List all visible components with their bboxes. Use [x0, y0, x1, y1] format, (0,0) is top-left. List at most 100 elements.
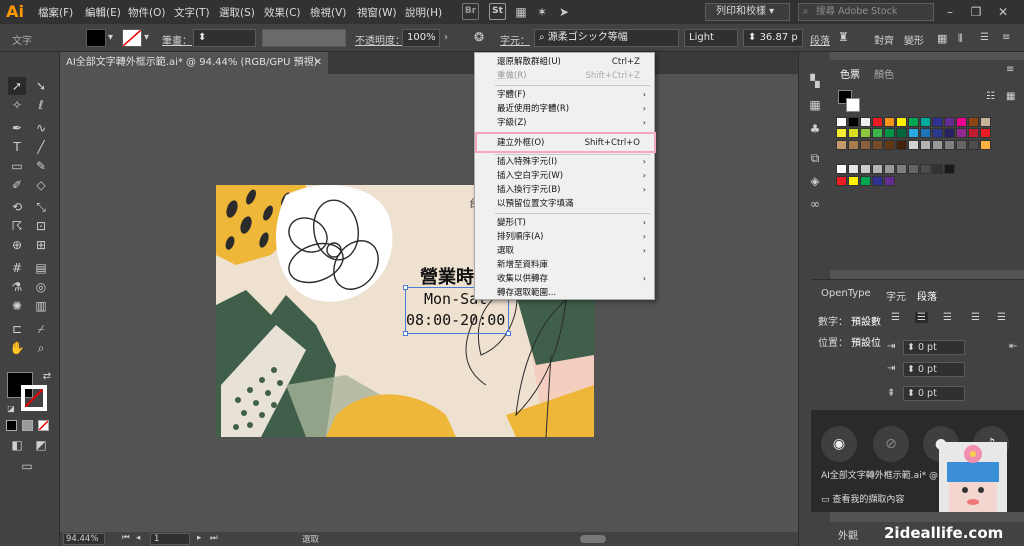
warp-tool-icon[interactable]: ☈ — [8, 217, 26, 235]
color-swatch[interactable] — [848, 117, 859, 127]
color-swatch[interactable] — [944, 164, 955, 174]
stroke-color-box[interactable] — [21, 385, 47, 411]
tab-paragraph[interactable]: 段落 — [917, 288, 937, 303]
color-swatch[interactable] — [896, 140, 907, 150]
fill-dropdown-icon[interactable]: ▾ — [108, 32, 113, 43]
align-left-icon[interactable]: ☰ — [891, 312, 900, 323]
paintbrush-icon[interactable]: ✎ — [32, 157, 50, 175]
symbols-icon[interactable]: ⧉ — [806, 149, 824, 167]
paragraph-label[interactable]: 段落 — [810, 32, 830, 47]
isolate-icon[interactable]: ▦ — [937, 32, 947, 45]
bridge-button[interactable]: Br — [462, 3, 479, 20]
restore-icon[interactable]: ❐ — [968, 4, 984, 20]
view-captures-link[interactable]: ▭ 查看我的擷取內容 — [821, 492, 904, 505]
record-disabled-icon[interactable]: ⊘ — [873, 426, 909, 462]
color-swatch[interactable] — [908, 164, 919, 174]
color-swatch[interactable] — [932, 128, 943, 138]
color-swatch[interactable] — [932, 117, 943, 127]
draw-inside-icon[interactable]: ◩ — [32, 436, 50, 454]
position-value[interactable]: 預設位 — [851, 334, 881, 349]
arrange-icon[interactable]: ▦ — [513, 4, 529, 20]
color-swatch[interactable] — [884, 164, 895, 174]
tab-swatches[interactable]: 色票 — [840, 66, 860, 81]
first-line-indent-input[interactable]: ⬍ 0 pt — [903, 362, 965, 377]
color-swatch[interactable] — [968, 140, 979, 150]
menu-font[interactable]: 字體(F) › — [475, 88, 654, 102]
artboard-tool-icon[interactable]: ⊏ — [8, 320, 26, 338]
left-indent-input[interactable]: ⬍ 0 pt — [903, 340, 965, 355]
color-swatch[interactable] — [956, 117, 967, 127]
eraser-icon[interactable]: ◇ — [32, 176, 50, 194]
menu-select[interactable]: 選取(S) — [219, 5, 255, 20]
magic-wand-icon[interactable]: ✧ — [8, 96, 26, 114]
color-swatch[interactable] — [860, 117, 871, 127]
panel-menu-icon[interactable]: ≡ — [1006, 64, 1014, 75]
menu-file[interactable]: 檔案(F) — [38, 5, 73, 20]
selection-handle-bottom-right[interactable] — [506, 331, 511, 336]
color-swatch[interactable] — [884, 128, 895, 138]
minimize-icon[interactable]: – — [942, 4, 958, 20]
color-swatch[interactable] — [884, 117, 895, 127]
prev-artboard-icon[interactable]: ◂ — [136, 533, 140, 543]
gradient-tool-icon[interactable]: ▤ — [32, 259, 50, 277]
next-artboard-icon[interactable]: ▸ — [197, 533, 201, 543]
menu-help[interactable]: 說明(H) — [405, 5, 442, 20]
screenshot-camera-icon[interactable]: ◉ — [821, 426, 857, 462]
stroke-weight-input[interactable]: ⬍ — [193, 29, 256, 47]
layers-icon[interactable]: ◈ — [806, 172, 824, 190]
menu-insert-whitespace[interactable]: 插入空白字元(W) › — [475, 169, 654, 183]
last-artboard-icon[interactable]: ⏭ — [210, 533, 218, 543]
color-swatch[interactable] — [872, 164, 883, 174]
gradient-mode-button[interactable] — [22, 420, 33, 431]
rectangle-tool-icon[interactable]: ▭ — [8, 157, 26, 175]
puppet-icon[interactable]: ♜ — [838, 30, 849, 44]
align-right-icon[interactable]: ☰ — [943, 312, 952, 323]
scale-tool-icon[interactable]: ⤡ — [32, 198, 50, 216]
menu-size[interactable]: 字級(Z) › — [475, 116, 654, 130]
line-tool-icon[interactable]: ╱ — [32, 138, 50, 156]
color-swatch[interactable] — [932, 140, 943, 150]
color-guide-icon[interactable]: ▚ — [806, 72, 824, 90]
menu-window[interactable]: 視窗(W) — [357, 5, 397, 20]
tab-color[interactable]: 顏色 — [874, 66, 894, 81]
justify-all-icon[interactable]: ☰ — [997, 312, 1006, 323]
number-value[interactable]: 預設數 — [851, 313, 881, 328]
none-mode-button[interactable] — [38, 420, 49, 431]
menu-add-to-library[interactable]: 新增至資料庫 — [475, 258, 654, 272]
color-swatch[interactable] — [884, 176, 895, 186]
rotate-tool-icon[interactable]: ⟲ — [8, 198, 26, 216]
align-center-icon[interactable]: ☰ — [915, 312, 928, 323]
gpu-performance-icon[interactable]: ✶ — [534, 4, 550, 20]
color-swatch[interactable] — [836, 164, 847, 174]
distribute-icon[interactable]: ⫴ — [958, 32, 963, 46]
draw-mode-icon[interactable]: ◧ — [8, 436, 26, 454]
color-swatch[interactable] — [920, 140, 931, 150]
justify-icon[interactable]: ☰ — [971, 312, 980, 323]
font-family-input[interactable]: ⌕ 源柔ゴシック等幅 — [534, 29, 679, 47]
close-icon[interactable]: ✕ — [995, 4, 1011, 20]
menu-effect[interactable]: 效果(C) — [264, 5, 301, 20]
menu-collect-for-export[interactable]: 收集以供轉存 › — [475, 272, 654, 286]
stroke-dropdown-icon[interactable]: ▾ — [144, 32, 149, 43]
grid-view-icon[interactable]: ▦ — [1006, 91, 1015, 102]
swatches-icon[interactable]: ▦ — [806, 96, 824, 114]
font-size-input[interactable]: ⬍ 36.87 p — [743, 29, 803, 47]
links-icon[interactable]: ∞ — [806, 195, 824, 213]
color-swatch[interactable] — [932, 164, 943, 174]
menu-arrange[interactable]: 排列順序(A) › — [475, 230, 654, 244]
first-artboard-icon[interactable]: ⏮ — [122, 533, 130, 543]
workspace-switcher[interactable]: 列印和校樣 ▾ — [705, 3, 790, 21]
menu-select[interactable]: 選取 › — [475, 244, 654, 258]
transform-label[interactable]: 變形 — [904, 32, 924, 47]
color-swatch[interactable] — [848, 164, 859, 174]
lasso-icon[interactable]: ℓ — [32, 96, 50, 114]
color-swatch[interactable] — [944, 128, 955, 138]
color-swatch[interactable] — [968, 117, 979, 127]
menu-view[interactable]: 檢視(V) — [310, 5, 346, 20]
color-swatch[interactable] — [908, 128, 919, 138]
screen-mode-icon[interactable]: ▭ — [18, 457, 36, 475]
color-swatch[interactable] — [860, 176, 871, 186]
color-swatch[interactable] — [956, 128, 967, 138]
space-before-input[interactable]: ⬍ 0 pt — [903, 386, 965, 401]
color-swatch[interactable] — [896, 164, 907, 174]
